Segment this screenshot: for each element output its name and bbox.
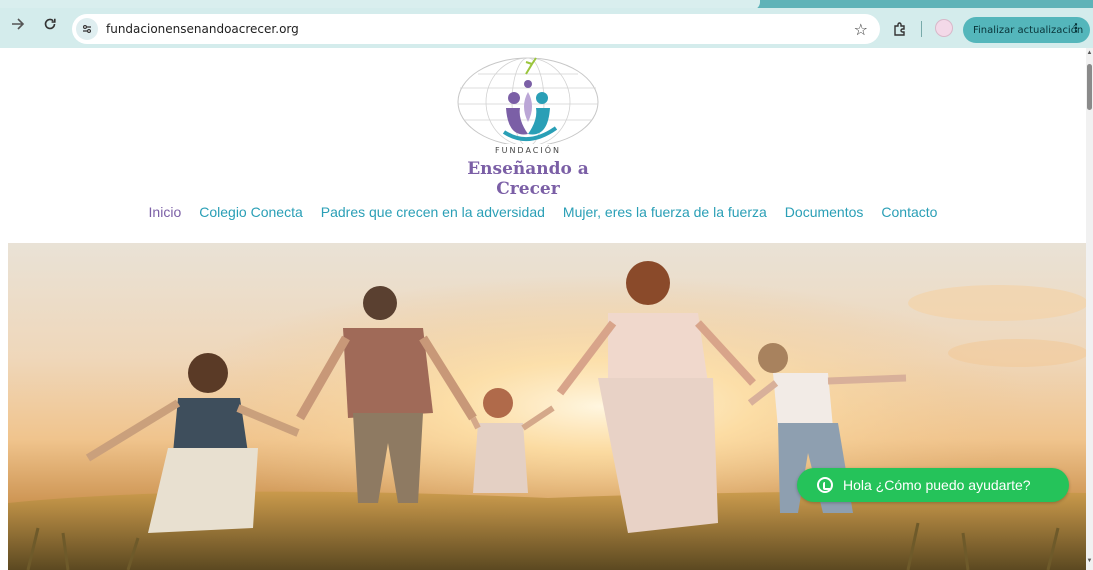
reload-icon[interactable] xyxy=(38,12,62,36)
address-bar[interactable]: fundacionensenandoacrecer.org ☆ xyxy=(72,14,880,44)
extensions-icon[interactable] xyxy=(889,18,911,40)
scrollbar-thumb[interactable] xyxy=(1087,64,1092,110)
site-logo[interactable]: FUNDACIÓN Enseñando a Crecer xyxy=(448,52,608,199)
globe-logo-icon xyxy=(457,57,599,147)
logo-foundation-text: FUNDACIÓN xyxy=(494,146,562,155)
update-button-label: Finalizar actualización xyxy=(973,24,1084,36)
hero-image xyxy=(8,243,1086,570)
nav-item-mujer[interactable]: Mujer, eres la fuerza de la fuerza xyxy=(563,204,767,224)
nav-item-contacto[interactable]: Contacto xyxy=(881,204,937,224)
update-button[interactable]: Finalizar actualización ⋮ xyxy=(963,17,1090,43)
main-navigation: Inicio Colegio Conecta Padres que crecen… xyxy=(0,204,1086,224)
family-silhouette-illustration xyxy=(8,243,1086,570)
url-text[interactable]: fundacionensenandoacrecer.org xyxy=(106,22,299,36)
nav-item-documentos[interactable]: Documentos xyxy=(785,204,864,224)
nav-item-colegio-conecta[interactable]: Colegio Conecta xyxy=(199,204,303,224)
logo-name-text: Enseñando a Crecer xyxy=(467,159,589,199)
nav-item-inicio[interactable]: Inicio xyxy=(149,204,182,224)
scroll-down-arrow-icon[interactable]: ▼ xyxy=(1086,558,1093,564)
nav-item-padres[interactable]: Padres que crecen en la adversidad xyxy=(321,204,545,224)
star-icon[interactable]: ☆ xyxy=(854,20,868,40)
site-info-icon[interactable] xyxy=(76,18,98,40)
scroll-up-arrow-icon[interactable]: ▲ xyxy=(1086,50,1093,56)
back-arrow-icon[interactable] xyxy=(6,12,30,36)
whatsapp-chat-label: Hola ¿Cómo puedo ayudarte? xyxy=(843,477,1031,493)
profile-avatar[interactable] xyxy=(935,19,953,37)
whatsapp-chat-button[interactable]: Hola ¿Cómo puedo ayudarte? xyxy=(797,468,1069,502)
toolbar-separator xyxy=(921,21,922,37)
page-scrollbar[interactable]: ▲ ▼ xyxy=(1086,48,1093,570)
whatsapp-icon xyxy=(817,477,833,493)
more-menu-icon[interactable]: ⋮ xyxy=(1070,21,1082,35)
